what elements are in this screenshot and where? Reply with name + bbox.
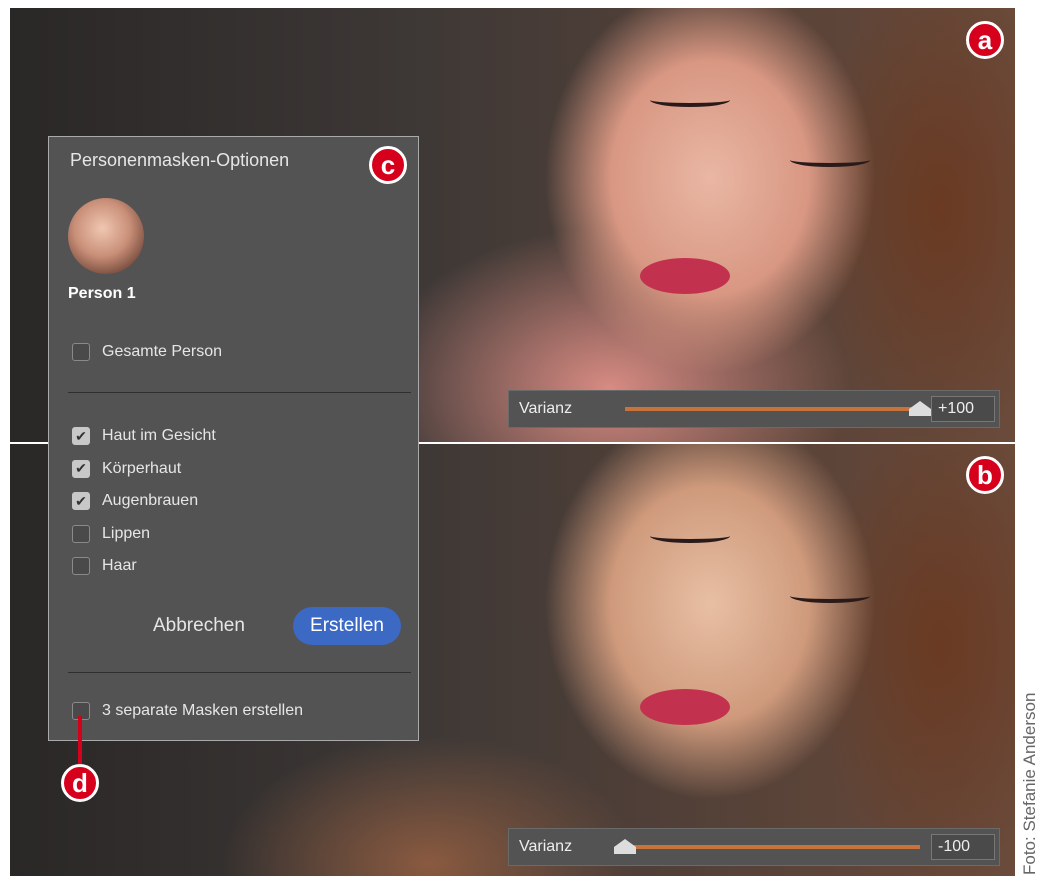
variance-slider-top[interactable]: Varianz +100 <box>508 390 1000 428</box>
eye-left <box>650 93 730 107</box>
checkbox-label: Haar <box>102 557 137 574</box>
slider-value-field[interactable]: -100 <box>931 834 995 860</box>
checkbox-körperhaut[interactable]: ✔ Körperhaut <box>72 459 182 478</box>
divider <box>68 392 411 393</box>
eye-left <box>650 529 730 543</box>
slider-value-field[interactable]: +100 <box>931 396 995 422</box>
checkbox-haut-im-gesicht[interactable]: ✔ Haut im Gesicht <box>72 427 216 445</box>
dialog-title: Personenmasken-Optionen <box>70 150 290 170</box>
checkbox[interactable] <box>72 343 90 361</box>
slider-label: Varianz <box>519 400 573 417</box>
checkbox[interactable]: ✔ <box>72 459 90 478</box>
checkbox[interactable] <box>72 557 90 575</box>
checkbox-augenbrauen[interactable]: ✔ Augenbrauen <box>72 492 198 510</box>
person-avatar[interactable] <box>68 198 144 274</box>
checkbox[interactable]: ✔ <box>72 427 90 445</box>
person-name: Person 1 <box>68 285 136 302</box>
lips <box>640 689 730 725</box>
checkbox-label: Haut im Gesicht <box>102 427 216 444</box>
callout-badge-d: d <box>61 764 99 802</box>
slider-track[interactable] <box>625 407 920 411</box>
checkbox-lippen[interactable]: Lippen <box>72 524 151 543</box>
checkbox-label: Augenbrauen <box>102 492 199 509</box>
callout-line <box>78 716 82 768</box>
callout-badge-b: b <box>966 456 1004 494</box>
checkbox-label: Gesamte Person <box>102 343 223 360</box>
slider-track[interactable] <box>625 845 920 849</box>
create-button[interactable]: Erstellen <box>293 607 401 645</box>
checkbox[interactable]: ✔ <box>72 492 90 510</box>
checkbox-label: Lippen <box>102 524 151 542</box>
slider-label: Varianz <box>519 838 573 855</box>
photo-credit: Foto: Stefanie Anderson <box>1020 692 1039 875</box>
checkbox-label: Körperhaut <box>102 459 182 477</box>
divider <box>68 672 411 673</box>
person-mask-options-dialog: Personenmasken-Optionen Person 1 Gesamte… <box>48 136 419 741</box>
checkbox-whole-person[interactable]: Gesamte Person <box>72 343 222 361</box>
eye-right <box>790 589 870 603</box>
checkbox[interactable] <box>72 524 90 543</box>
callout-badge-c: c <box>369 146 407 184</box>
cancel-button[interactable]: Abbrechen <box>153 615 245 637</box>
callout-badge-a: a <box>966 21 1004 59</box>
checkbox-haar[interactable]: Haar <box>72 557 137 575</box>
slider-thumb[interactable] <box>614 839 636 854</box>
lips <box>640 258 730 294</box>
checkbox-label: 3 separate Masken erstellen <box>102 702 303 719</box>
slider-thumb[interactable] <box>909 401 931 416</box>
variance-slider-bottom[interactable]: Varianz -100 <box>508 828 1000 866</box>
checkbox-separate-masks[interactable]: 3 separate Masken erstellen <box>72 702 303 720</box>
eye-right <box>790 153 870 167</box>
